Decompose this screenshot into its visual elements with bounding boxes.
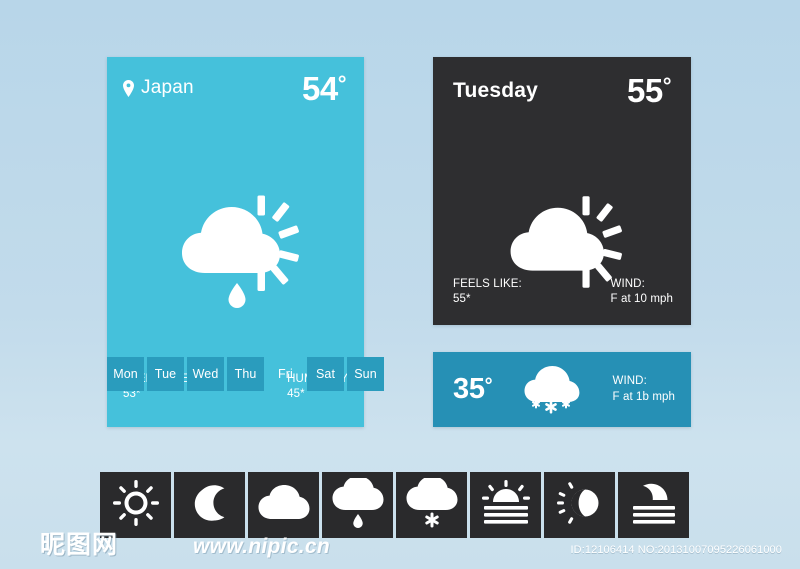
dark-card-day-label: Tuesday xyxy=(453,78,539,102)
watermark-logo-text: 昵图网 xyxy=(40,530,119,559)
dark-wind-block: WIND: F at 10 mph xyxy=(611,277,673,307)
compact-temperature-value: 35 xyxy=(453,373,485,405)
moonset-icon xyxy=(630,480,678,531)
watermark-id-text: ID:12106414 NO:20131007095226061000 xyxy=(570,544,782,556)
compact-wind-value: F at 1b mph xyxy=(612,390,675,403)
cloud-icon xyxy=(257,484,311,526)
screenshot-stage: Japan 54° 53* 45* Mon Tue Wed Thu Fri Sa… xyxy=(0,0,800,569)
day-button-sat[interactable]: Sat xyxy=(307,357,344,391)
compact-weather-icon xyxy=(521,364,583,416)
sun-eclipse-icon xyxy=(556,480,604,531)
dark-card-stats: FEELS LIKE: 55* WIND: F at 10 mph xyxy=(453,277,673,307)
day-selector[interactable]: Mon Tue Wed Thu Fri Sat Sun xyxy=(107,357,384,391)
compact-wind-block: WIND: F at 1b mph xyxy=(613,374,675,405)
main-weather-icon xyxy=(107,185,364,315)
day-button-fri[interactable]: Fri xyxy=(267,357,304,391)
dark-feels-like-block: FEELS LIKE: 55* xyxy=(453,277,522,307)
sunrise-icon xyxy=(481,479,531,531)
location-group[interactable]: Japan xyxy=(123,78,194,98)
location-label: Japan xyxy=(141,77,194,98)
main-card-header: Japan 54° xyxy=(107,57,364,119)
dark-feels-like-label: FEELS LIKE: xyxy=(453,278,522,290)
dark-card-temperature: 55° xyxy=(626,71,672,109)
main-temperature-value: 54 xyxy=(301,69,338,107)
dark-temperature-degree: ° xyxy=(662,72,672,98)
day-button-tue[interactable]: Tue xyxy=(147,357,184,391)
main-temperature-degree: ° xyxy=(337,70,347,96)
dark-weather-card[interactable]: Tuesday 55° FEELS LIKE: 55* WIND: F at 1… xyxy=(433,57,691,325)
dark-feels-like-value: 55* xyxy=(453,292,471,305)
compact-wind-label: WIND: xyxy=(612,374,647,387)
compact-weather-card[interactable]: 35° WIND: F at 1b mph xyxy=(433,352,691,427)
dark-card-header: Tuesday 55° xyxy=(433,57,691,123)
compact-temperature-degree: ° xyxy=(484,375,493,397)
compact-temperature: 35° xyxy=(453,373,493,405)
footer-watermark-bar: 昵图网 www.nipic.cn ID:12106414 NO:20131007… xyxy=(0,525,800,569)
dark-temperature-value: 55 xyxy=(626,71,663,109)
moon-icon xyxy=(192,482,228,529)
day-button-sun[interactable]: Sun xyxy=(347,357,384,391)
day-button-mon[interactable]: Mon xyxy=(107,357,144,391)
day-button-wed[interactable]: Wed xyxy=(187,357,224,391)
main-temperature: 54° xyxy=(301,69,347,107)
watermark-url: www.nipic.cn xyxy=(193,535,331,558)
location-pin-icon xyxy=(123,79,134,97)
day-button-thu[interactable]: Thu xyxy=(227,357,264,391)
sun-icon xyxy=(112,479,159,531)
dark-wind-label: WIND: xyxy=(610,278,645,290)
dark-wind-value: F at 10 mph xyxy=(610,292,673,305)
